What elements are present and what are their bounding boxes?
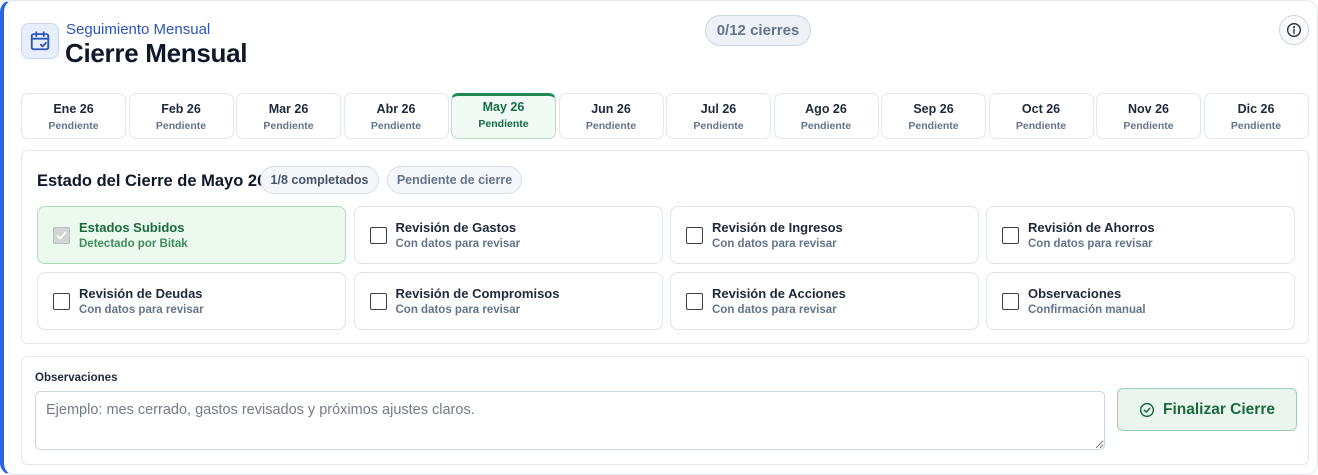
checklist-item[interactable]: Revisión de Gastos Con datos para revisar — [353, 206, 663, 264]
month-tab-status: Pendiente — [585, 120, 637, 132]
month-tab[interactable]: Nov 26 Pendiente — [1096, 93, 1201, 139]
month-tab-status: Pendiente — [478, 118, 529, 130]
checklist-item-title: Revisión de Deudas — [79, 286, 203, 301]
completed-count-badge: 1/8 completados — [260, 166, 379, 194]
checklist-item-subtitle: Con datos para revisar — [712, 304, 837, 316]
checklist-item-title: Revisión de Ingresos — [712, 220, 843, 235]
info-icon — [1287, 23, 1301, 37]
checklist-checkbox[interactable] — [369, 227, 387, 244]
month-tab[interactable]: Jun 26 Pendiente — [558, 93, 664, 139]
month-tab-status: Pendiente — [155, 120, 207, 132]
page-subtitle: Seguimiento Mensual — [66, 21, 211, 38]
month-tab-status: Pendiente — [1230, 120, 1282, 132]
checklist-item-subtitle: Con datos para revisar — [712, 238, 837, 250]
month-tab-label: Abr 26 — [376, 102, 416, 116]
month-tab[interactable]: Oct 26 Pendiente — [988, 93, 1094, 139]
checklist-item-title: Observaciones — [1028, 286, 1122, 301]
month-tab-status: Pendiente — [370, 120, 422, 132]
month-tab[interactable]: Ago 26 Pendiente — [773, 93, 879, 139]
finish-close-label: Finalizar Cierre — [1163, 400, 1275, 418]
closes-progress-badge: 0/12 cierres — [705, 15, 811, 46]
checklist-item[interactable]: Observaciones Confirmación manual — [986, 272, 1295, 330]
month-tab[interactable]: Jul 26 Pendiente — [666, 93, 771, 139]
month-tab-status: Pendiente — [693, 120, 744, 132]
close-status-panel: Estado del Cierre de Mayo 26 1/8 complet… — [21, 150, 1309, 344]
checklist-item-title: Estados Subidos — [79, 220, 185, 235]
notes-textarea[interactable] — [35, 391, 1105, 450]
month-tab[interactable]: Mar 26 Pendiente — [236, 93, 341, 139]
month-tab[interactable]: Ene 26 Pendiente — [21, 93, 126, 139]
checklist-item[interactable]: Revisión de Ingresos Con datos para revis… — [670, 206, 979, 264]
month-tab-label: Sep 26 — [913, 102, 954, 116]
month-tab[interactable]: Feb 26 Pendiente — [128, 93, 234, 139]
month-tab-label: May 26 — [482, 100, 525, 114]
checklist-item[interactable]: Estados Subidos Detectado por Bitak — [37, 206, 346, 264]
month-tab-status: Pendiente — [1123, 120, 1174, 132]
month-tab-label: Dic 26 — [1237, 102, 1275, 116]
check-circle-icon — [1139, 402, 1155, 417]
month-tab-label: Mar 26 — [268, 102, 309, 116]
checklist-item[interactable]: Revisión de Deudas Con datos para revisar — [37, 272, 346, 330]
notes-panel: Observaciones Finalizar Cierre — [21, 356, 1309, 465]
checklist-checkbox[interactable] — [53, 227, 70, 244]
checklist-item[interactable]: Revisión de Acciones Con datos para revis… — [670, 272, 979, 330]
notes-label: Observaciones — [35, 372, 118, 384]
close-state-badge: Pendiente de cierre — [387, 166, 522, 194]
checklist-item[interactable]: Revisión de Compromisos Con datos para re… — [353, 272, 663, 330]
month-tab-status: Pendiente — [48, 120, 99, 132]
month-tab-status: Pendiente — [800, 120, 852, 132]
month-tab-label: Jul 26 — [700, 102, 737, 116]
month-tab-status: Pendiente — [908, 120, 959, 132]
month-tab-label: Oct 26 — [1021, 102, 1061, 116]
month-tab-label: Ago 26 — [805, 102, 847, 116]
checklist-item[interactable]: Revisión de Ahorros Con datos para revisa… — [986, 206, 1295, 264]
page-title: Cierre Mensual — [65, 38, 248, 68]
checklist-checkbox[interactable] — [1002, 227, 1019, 244]
checklist-checkbox[interactable] — [369, 293, 387, 310]
month-tab-label: Ene 26 — [53, 102, 94, 116]
checklist-item-subtitle: Con datos para revisar — [395, 304, 521, 316]
month-tab-status: Pendiente — [1015, 120, 1067, 132]
checklist-item-subtitle: Confirmación manual — [1028, 304, 1146, 316]
checklist-item-subtitle: Detectado por Bitak — [79, 238, 188, 250]
month-tab[interactable]: Dic 26 Pendiente — [1203, 93, 1309, 139]
checklist-item-title: Revisión de Compromisos — [395, 286, 560, 301]
checklist-item-title: Revisión de Acciones — [712, 286, 846, 301]
checklist-checkbox[interactable] — [686, 293, 703, 310]
month-tab-label: Nov 26 — [1128, 102, 1169, 116]
checklist-item-subtitle: Con datos para revisar — [79, 304, 204, 316]
checklist-item-subtitle: Con datos para revisar — [395, 238, 521, 250]
checklist-checkbox[interactable] — [1002, 293, 1019, 310]
month-tab-label: Jun 26 — [591, 102, 631, 116]
month-tab-status: Pendiente — [263, 120, 314, 132]
checklist-item-title: Revisión de Ahorros — [1028, 220, 1155, 235]
checklist-item-subtitle: Con datos para revisar — [1028, 238, 1153, 250]
calendar-check-icon — [21, 23, 59, 59]
finish-close-button[interactable]: Finalizar Cierre — [1117, 388, 1297, 431]
checklist-checkbox[interactable] — [53, 293, 70, 310]
month-tab[interactable]: Sep 26 Pendiente — [881, 93, 986, 139]
month-tabs: Ene 26 Pendiente Feb 26 Pendiente Mar 26 Pend… — [21, 93, 1309, 139]
month-tab[interactable]: Abr 26 Pendiente — [343, 93, 449, 139]
month-tab-label: Feb 26 — [161, 102, 201, 116]
status-panel-title: Estado del Cierre de Mayo 26 — [37, 172, 267, 190]
month-tab[interactable]: May 26 Pendiente — [451, 93, 556, 139]
checklist-item-title: Revisión de Gastos — [395, 220, 517, 235]
info-button[interactable] — [1279, 15, 1309, 45]
monthly-close-card: Seguimiento Mensual Cierre Mensual 0/12 … — [0, 0, 1318, 475]
checklist-checkbox[interactable] — [686, 227, 703, 244]
